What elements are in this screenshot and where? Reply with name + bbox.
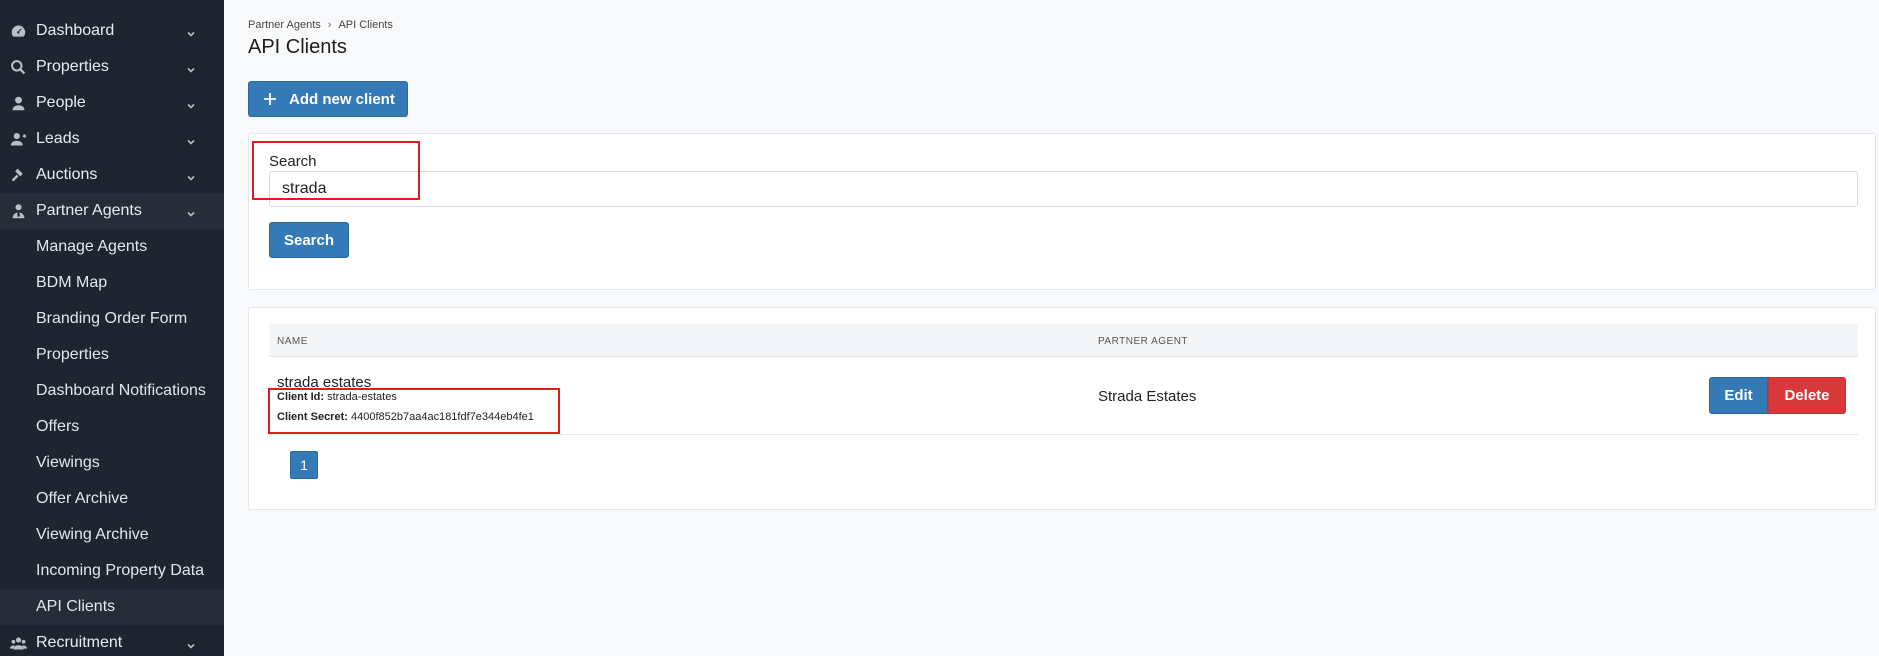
search-panel: Search Search <box>248 133 1876 290</box>
sidebar-item-recruitment[interactable]: Recruitment <box>0 625 224 656</box>
sidebar: Dashboard Properties People Leads Auctio… <box>0 0 224 656</box>
plus-icon <box>263 92 277 106</box>
sidebar-subitem-dashboard-notifications[interactable]: Dashboard Notifications <box>0 373 224 409</box>
clients-table-panel: NAME PARTNER AGENT strada estates Client… <box>248 307 1876 510</box>
search-button[interactable]: Search <box>269 222 349 258</box>
sidebar-subitem-viewing-archive[interactable]: Viewing Archive <box>0 517 224 553</box>
sidebar-item-auctions[interactable]: Auctions <box>0 157 224 193</box>
sidebar-subitem-viewings[interactable]: Viewings <box>0 445 224 481</box>
dashboard-icon <box>8 21 28 41</box>
client-secret-value: 4400f852b7aa4ac181fdf7e344eb4fe1 <box>350 411 534 423</box>
pagination-page-1[interactable]: 1 <box>290 451 318 479</box>
page-title: API Clients <box>248 36 347 58</box>
sidebar-subitem-offer-archive[interactable]: Offer Archive <box>0 481 224 517</box>
client-id-label: Client Id: <box>277 391 325 403</box>
column-header-name: NAME <box>277 336 308 347</box>
chevron-down-icon <box>186 98 196 109</box>
breadcrumb: Partner Agents › API Clients <box>248 19 393 31</box>
sidebar-subitem-branding-order-form[interactable]: Branding Order Form <box>0 301 224 337</box>
sidebar-subitem-manage-agents[interactable]: Manage Agents <box>0 229 224 265</box>
sidebar-item-people[interactable]: People <box>0 85 224 121</box>
sidebar-item-label: Auctions <box>36 166 98 183</box>
search-label: Search <box>269 153 317 170</box>
client-secret-label: Client Secret: <box>277 411 348 423</box>
breadcrumb-link-partner-agents[interactable]: Partner Agents <box>248 19 321 31</box>
sidebar-item-partner-agents[interactable]: Partner Agents <box>0 193 224 229</box>
sidebar-item-label: Leads <box>36 130 80 147</box>
chevron-down-icon <box>186 170 196 181</box>
edit-button[interactable]: Edit <box>1709 377 1768 414</box>
sidebar-subitem-incoming-property-data[interactable]: Incoming Property Data <box>0 553 224 589</box>
main-content: Partner Agents › API Clients API Clients… <box>224 0 1879 656</box>
users-icon <box>8 633 28 653</box>
column-header-partner-agent: PARTNER AGENT <box>1098 336 1189 347</box>
agent-icon <box>8 201 28 221</box>
sidebar-item-leads[interactable]: Leads <box>0 121 224 157</box>
search-input[interactable] <box>269 171 1858 207</box>
user-plus-icon <box>8 129 28 149</box>
chevron-down-icon <box>186 26 196 37</box>
client-id: Client Id: strada-estates <box>277 391 397 403</box>
partner-agent-name: Strada Estates <box>1098 388 1197 405</box>
person-icon <box>8 93 28 113</box>
delete-button[interactable]: Delete <box>1768 377 1846 414</box>
sidebar-subitem-api-clients[interactable]: API Clients <box>0 589 224 625</box>
add-new-client-button[interactable]: Add new client <box>248 81 408 117</box>
add-new-client-label: Add new client <box>289 90 395 108</box>
gavel-icon <box>8 165 28 185</box>
client-id-value: strada-estates <box>327 391 397 403</box>
chevron-down-icon <box>186 206 196 217</box>
client-name: strada estates <box>277 374 372 391</box>
sidebar-item-label: Dashboard <box>36 22 115 39</box>
sidebar-item-label: Properties <box>36 58 109 75</box>
breadcrumb-separator: › <box>327 19 332 31</box>
breadcrumb-current: API Clients <box>338 19 393 31</box>
chevron-down-icon <box>186 638 196 649</box>
client-secret: Client Secret: 4400f852b7aa4ac181fdf7e34… <box>277 411 534 423</box>
sidebar-item-properties[interactable]: Properties <box>0 49 224 85</box>
sidebar-subitem-properties[interactable]: Properties <box>0 337 224 373</box>
chevron-down-icon <box>186 134 196 145</box>
sidebar-subitem-offers[interactable]: Offers <box>0 409 224 445</box>
table-header: NAME PARTNER AGENT <box>269 324 1858 357</box>
sidebar-item-label: Recruitment <box>36 634 123 651</box>
sidebar-item-dashboard[interactable]: Dashboard <box>0 13 224 49</box>
table-row: strada estates Client Id: strada-estates… <box>269 357 1858 435</box>
search-icon <box>8 57 28 77</box>
chevron-down-icon <box>186 62 196 73</box>
sidebar-subitem-bdm-map[interactable]: BDM Map <box>0 265 224 301</box>
sidebar-item-label: People <box>36 94 86 111</box>
sidebar-item-label: Partner Agents <box>36 202 142 219</box>
